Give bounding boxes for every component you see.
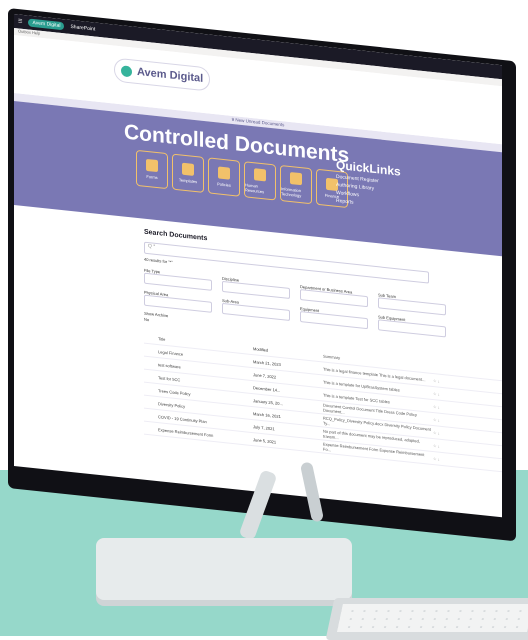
toggle-label: No: [144, 316, 150, 323]
row-actions[interactable]: ☆ ↓: [433, 378, 473, 387]
folder-icon: [218, 166, 230, 180]
tile-human-resources[interactable]: Human Resources: [244, 161, 276, 201]
company-logo: Avem Digital: [114, 57, 210, 92]
tile-templates[interactable]: Templates: [172, 153, 204, 193]
filter-discipline[interactable]: Discipline: [222, 276, 290, 300]
filter-sub-equipment[interactable]: Sub Equipment: [378, 314, 446, 338]
tile-label: Information Technology: [281, 185, 302, 198]
monitor: ☰ Avem Digital SharePoint Outbox Help Av…: [0, 0, 528, 542]
filter-equipment[interactable]: Equipment: [300, 306, 368, 330]
row-actions[interactable]: ☆ ↓: [433, 404, 473, 413]
filter-sub-team[interactable]: Sub Team: [378, 292, 446, 316]
row-actions[interactable]: ☆ ↓: [433, 443, 473, 452]
files-icon: [182, 162, 194, 176]
filter-sub-area[interactable]: Sub-Area: [222, 298, 290, 322]
row-actions[interactable]: ☆ ↓: [433, 456, 473, 465]
person-icon: [254, 167, 266, 181]
row-actions[interactable]: ☆ ↓: [433, 430, 473, 439]
tile-policies[interactable]: Policies: [208, 157, 240, 197]
brand-pill[interactable]: Avem Digital: [28, 18, 65, 31]
tile-label: Templates: [178, 177, 198, 185]
tile-label: Policies: [217, 181, 231, 188]
monitor-base: [96, 538, 352, 600]
logo-text: Avem Digital: [137, 65, 204, 85]
filter-department[interactable]: Department or Business Area: [300, 284, 368, 308]
monitor-icon: [290, 171, 302, 185]
row-modified: June 5, 2021: [253, 436, 277, 445]
link-icon: [146, 158, 158, 173]
tile-forms[interactable]: Forms: [136, 149, 168, 190]
quicklinks: QuickLinks Document Register Authoring L…: [336, 158, 401, 212]
row-actions[interactable]: ☆ ↓: [433, 417, 473, 426]
filter-file-type[interactable]: File Type: [144, 268, 212, 291]
filter-physical-area[interactable]: Physical Area: [144, 290, 212, 313]
app-name: SharePoint: [70, 23, 96, 33]
tile-information-technology[interactable]: Information Technology: [280, 164, 312, 205]
bird-icon: [121, 64, 132, 77]
keyboard-keys: [337, 604, 528, 632]
screen: ☰ Avem Digital SharePoint Outbox Help Av…: [14, 14, 502, 518]
tile-label: Human Resources: [245, 181, 265, 194]
waffle-icon[interactable]: ☰: [18, 18, 22, 24]
tile-label: Forms: [146, 173, 158, 181]
row-actions[interactable]: ☆ ↓: [433, 391, 473, 400]
